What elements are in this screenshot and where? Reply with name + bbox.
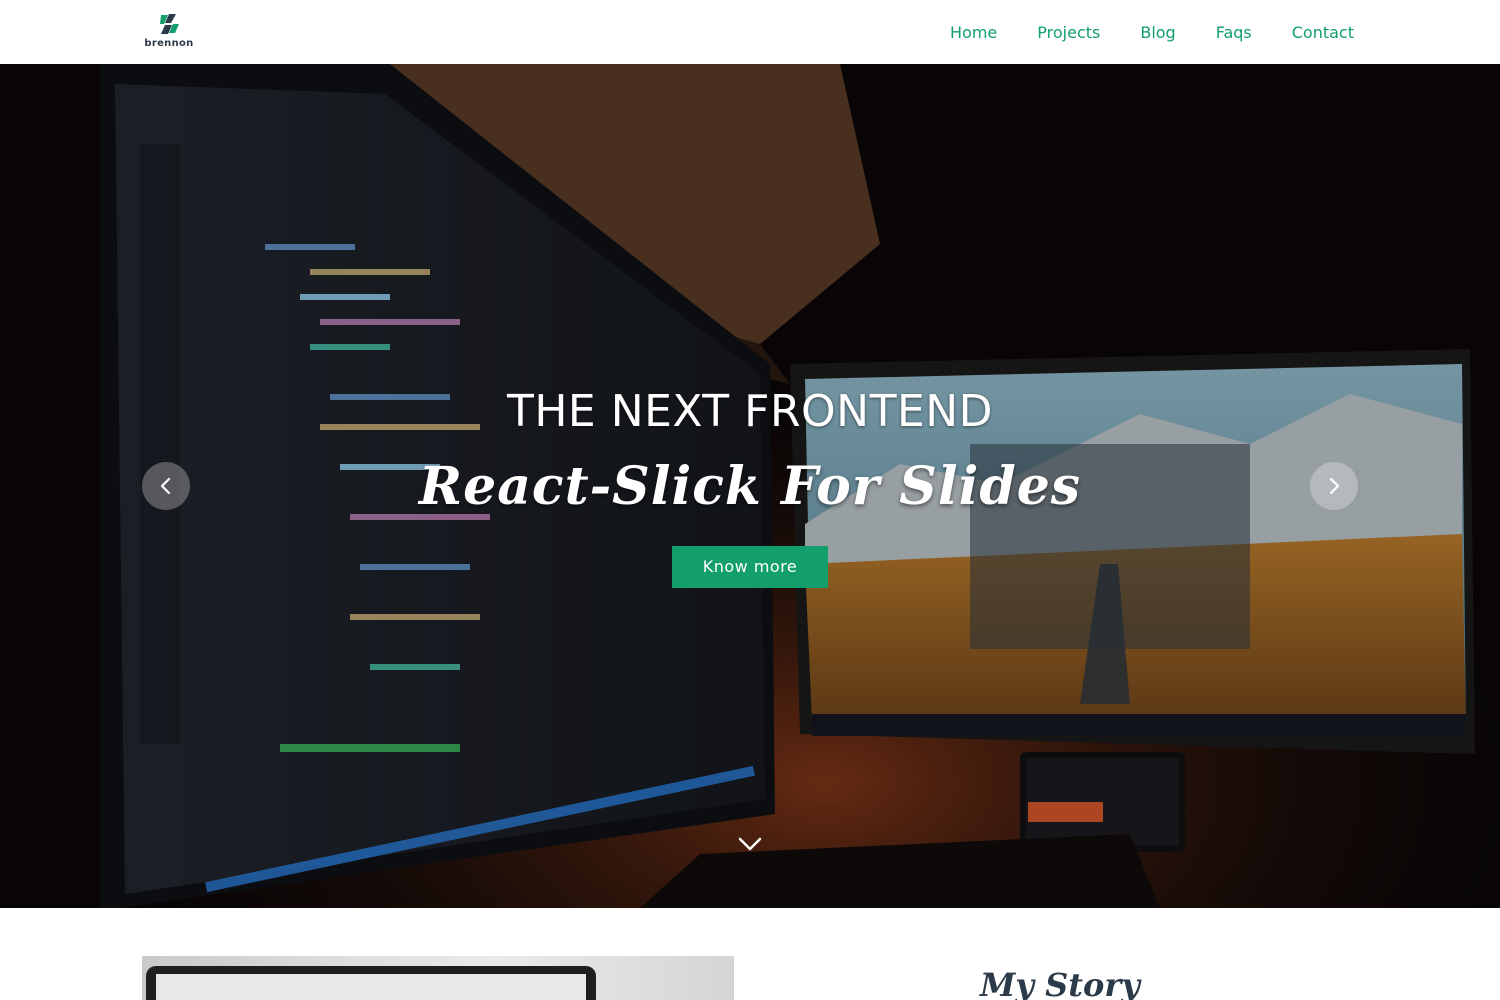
logo-icon — [160, 14, 179, 34]
know-more-button[interactable]: Know more — [672, 546, 828, 588]
site-header: brennon Home Projects Blog Faqs Contact — [0, 0, 1500, 64]
slider-next-button[interactable] — [1310, 462, 1358, 510]
hero-title: THE NEXT FRONTEND — [506, 386, 994, 437]
story-title: My Story — [980, 966, 1140, 1000]
hero-subtitle: React-Slick For Slides — [418, 456, 1082, 517]
scroll-down-button[interactable] — [734, 830, 766, 858]
chevron-down-icon — [738, 837, 762, 851]
nav-home[interactable]: Home — [950, 23, 997, 42]
laptop-image — [146, 966, 596, 1000]
hero-slider: THE NEXT FRONTEND React-Slick For Slides… — [0, 64, 1500, 908]
nav-projects[interactable]: Projects — [1037, 23, 1100, 42]
slider-prev-button[interactable] — [142, 462, 190, 510]
chevron-left-icon — [160, 477, 171, 495]
story-image — [142, 956, 734, 1000]
nav-blog[interactable]: Blog — [1140, 23, 1175, 42]
story-section: My Story — [0, 908, 1500, 1000]
chevron-right-icon — [1329, 477, 1340, 495]
logo-text: brennon — [144, 38, 194, 49]
main-nav: Home Projects Blog Faqs Contact — [910, 0, 1354, 64]
hero-caption: THE NEXT FRONTEND React-Slick For Slides… — [0, 382, 1500, 588]
nav-contact[interactable]: Contact — [1292, 23, 1354, 42]
brand-logo[interactable]: brennon — [143, 11, 195, 53]
nav-faqs[interactable]: Faqs — [1216, 23, 1252, 42]
